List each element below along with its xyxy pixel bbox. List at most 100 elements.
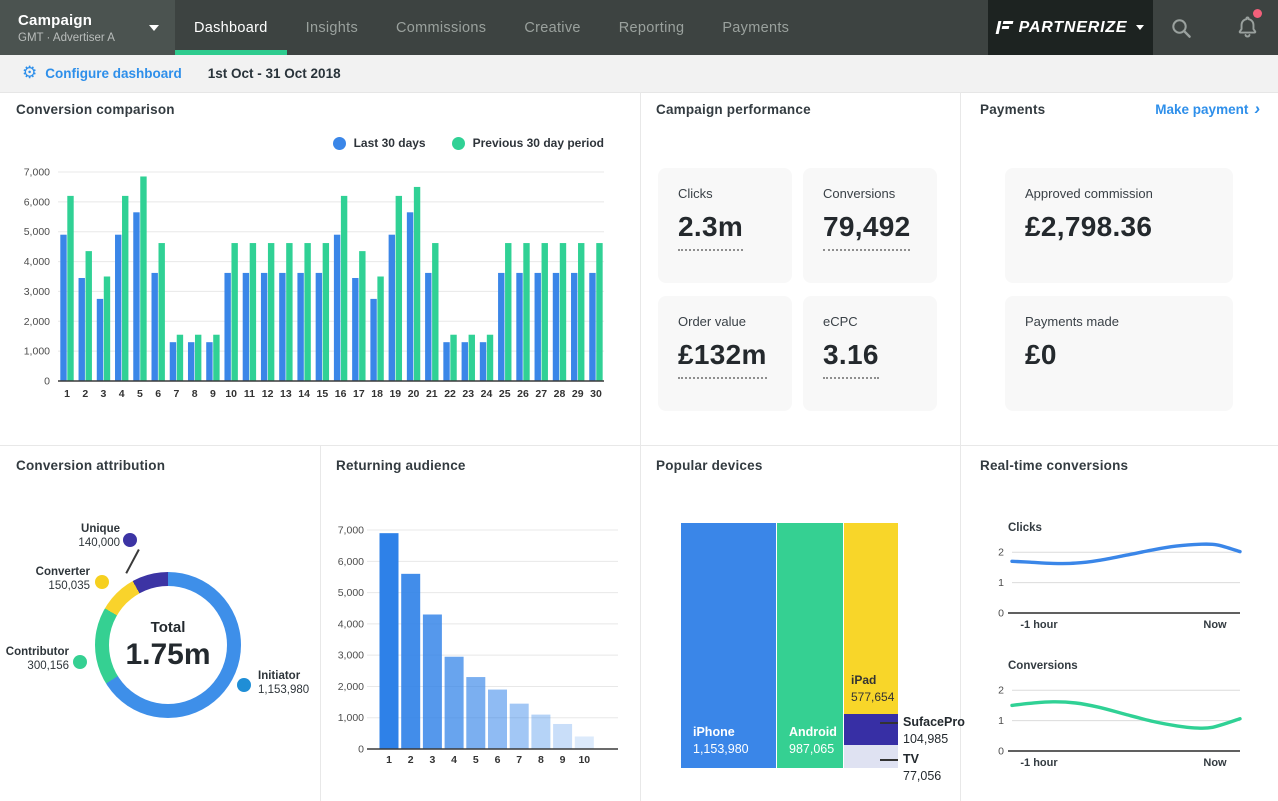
svg-text:9: 9 (560, 754, 566, 766)
card-title-payments: Payments (980, 102, 1045, 117)
svg-text:20: 20 (408, 388, 420, 400)
svg-text:2: 2 (82, 388, 88, 400)
campaign-subtitle: GMT · Advertiser A (18, 32, 115, 44)
svg-text:27: 27 (535, 388, 547, 400)
svg-text:1: 1 (386, 754, 392, 766)
segment-dot-icon (237, 678, 251, 692)
main-tabs: DashboardInsightsCommissionsCreativeRepo… (175, 0, 808, 55)
configure-dashboard-link[interactable]: Configure dashboard (45, 66, 182, 81)
tab-payments[interactable]: Payments (703, 0, 808, 55)
metric-label: Approved commission (1025, 186, 1233, 201)
svg-text:10: 10 (225, 388, 237, 400)
attribution-label-converter: Converter150,035 (0, 566, 90, 593)
metric-tile-ecpc[interactable]: eCPC3.16 (803, 296, 937, 411)
svg-text:17: 17 (353, 388, 365, 400)
popular-devices-chart: iPhone1,153,980Android987,065iPad577,654… (640, 445, 960, 801)
tab-creative[interactable]: Creative (505, 0, 599, 55)
svg-text:7,000: 7,000 (24, 167, 50, 179)
conversion-attribution-chart: Total1.75mInitiator1,153,980Contributor3… (0, 445, 320, 801)
svg-text:18: 18 (371, 388, 383, 400)
campaign-label: Campaign (18, 12, 115, 29)
segment-value: 150,035 (0, 580, 90, 594)
metric-tile-order-value[interactable]: Order value£132m (658, 296, 792, 411)
svg-text:23: 23 (462, 388, 474, 400)
search-icon (1169, 16, 1193, 40)
svg-text:19: 19 (389, 388, 401, 400)
svg-text:4: 4 (119, 388, 125, 400)
device-block-sufacepro (844, 714, 898, 745)
svg-text:1: 1 (998, 715, 1004, 727)
svg-text:9: 9 (210, 388, 216, 400)
campaign-selector[interactable]: Campaign GMT · Advertiser A (0, 0, 175, 55)
segment-dot-icon (123, 533, 137, 547)
svg-text:30: 30 (590, 388, 602, 400)
device-label-ipad: iPad577,654 (851, 672, 894, 706)
svg-text:6,000: 6,000 (24, 196, 50, 208)
segment-name: Unique (20, 523, 120, 537)
legend-item-previous-30-day-period: Previous 30 day period (452, 136, 604, 150)
realtime-conversions-chart: Clicks210-1 hourNowConversions210-1 hour… (960, 510, 1278, 800)
svg-text:2,000: 2,000 (24, 316, 50, 328)
device-block-tv (844, 745, 898, 768)
svg-text:0: 0 (998, 608, 1004, 620)
svg-text:0: 0 (358, 744, 364, 756)
svg-text:5,000: 5,000 (338, 587, 364, 599)
device-column-android: Android987,065 (777, 523, 843, 768)
attribution-donut: Total1.75m (95, 572, 241, 718)
divider (640, 92, 641, 445)
search-button[interactable] (1169, 0, 1193, 55)
metric-tile-clicks[interactable]: Clicks2.3m (658, 168, 792, 283)
top-nav: Campaign GMT · Advertiser A DashboardIns… (0, 0, 1278, 55)
svg-text:3: 3 (429, 754, 435, 766)
segment-name: Converter (0, 566, 90, 580)
card-title-conversion-comparison: Conversion comparison (16, 102, 175, 117)
svg-text:5: 5 (137, 388, 143, 400)
svg-text:0: 0 (44, 376, 50, 388)
svg-text:-1 hour: -1 hour (1020, 757, 1058, 769)
legend-dot-icon (452, 137, 465, 150)
svg-text:5,000: 5,000 (24, 226, 50, 238)
notification-dot (1253, 9, 1262, 18)
svg-text:-1 hour: -1 hour (1020, 619, 1058, 631)
device-block-android: Android987,065 (777, 523, 843, 768)
svg-text:11: 11 (244, 388, 255, 400)
metric-tile-conversions[interactable]: Conversions79,492 (803, 168, 937, 283)
segment-name: Contributor (0, 646, 69, 660)
partnerize-dashboard: Campaign GMT · Advertiser A DashboardIns… (0, 0, 1278, 801)
notifications-button[interactable] (1234, 0, 1261, 55)
chevron-down-icon (1136, 25, 1144, 30)
metric-value: £132m (678, 339, 767, 379)
segment-dot-icon (73, 655, 87, 669)
device-block-ipad: iPad577,654 (844, 523, 898, 714)
tab-commissions[interactable]: Commissions (377, 0, 505, 55)
svg-text:Now: Now (1203, 757, 1227, 769)
tab-dashboard[interactable]: Dashboard (175, 0, 287, 55)
tab-reporting[interactable]: Reporting (600, 0, 704, 55)
svg-text:4: 4 (451, 754, 457, 766)
metric-tile-payments-made[interactable]: Payments made£0 (1005, 296, 1233, 411)
metric-value: £0 (1025, 339, 1057, 371)
attribution-label-unique: Unique140,000 (20, 523, 120, 550)
brand-logo[interactable]: PARTNERIZE (988, 0, 1153, 55)
label-connector-line (125, 549, 139, 574)
svg-text:16: 16 (335, 388, 347, 400)
tab-insights[interactable]: Insights (287, 0, 377, 55)
svg-text:3,000: 3,000 (24, 286, 50, 298)
donut-center: Total1.75m (109, 586, 227, 704)
make-payment-link[interactable]: Make payment (1155, 102, 1260, 117)
svg-text:7: 7 (174, 388, 180, 400)
brand-name: PARTNERIZE (1019, 19, 1128, 37)
metric-label: Conversions (823, 186, 937, 201)
svg-text:12: 12 (262, 388, 274, 400)
svg-text:10: 10 (578, 754, 590, 766)
partnerize-mark-icon (995, 21, 1013, 34)
divider (960, 92, 961, 445)
metric-tile-approved-commission[interactable]: Approved commission£2,798.36 (1005, 168, 1233, 283)
metric-value: 3.16 (823, 339, 879, 379)
comparison-legend: Last 30 daysPrevious 30 day period (0, 136, 604, 150)
chevron-right-icon (1248, 102, 1260, 117)
svg-text:6: 6 (155, 388, 161, 400)
svg-text:5: 5 (473, 754, 479, 766)
legend-dot-icon (333, 137, 346, 150)
card-title-realtime-conversions: Real-time conversions (980, 458, 1128, 473)
